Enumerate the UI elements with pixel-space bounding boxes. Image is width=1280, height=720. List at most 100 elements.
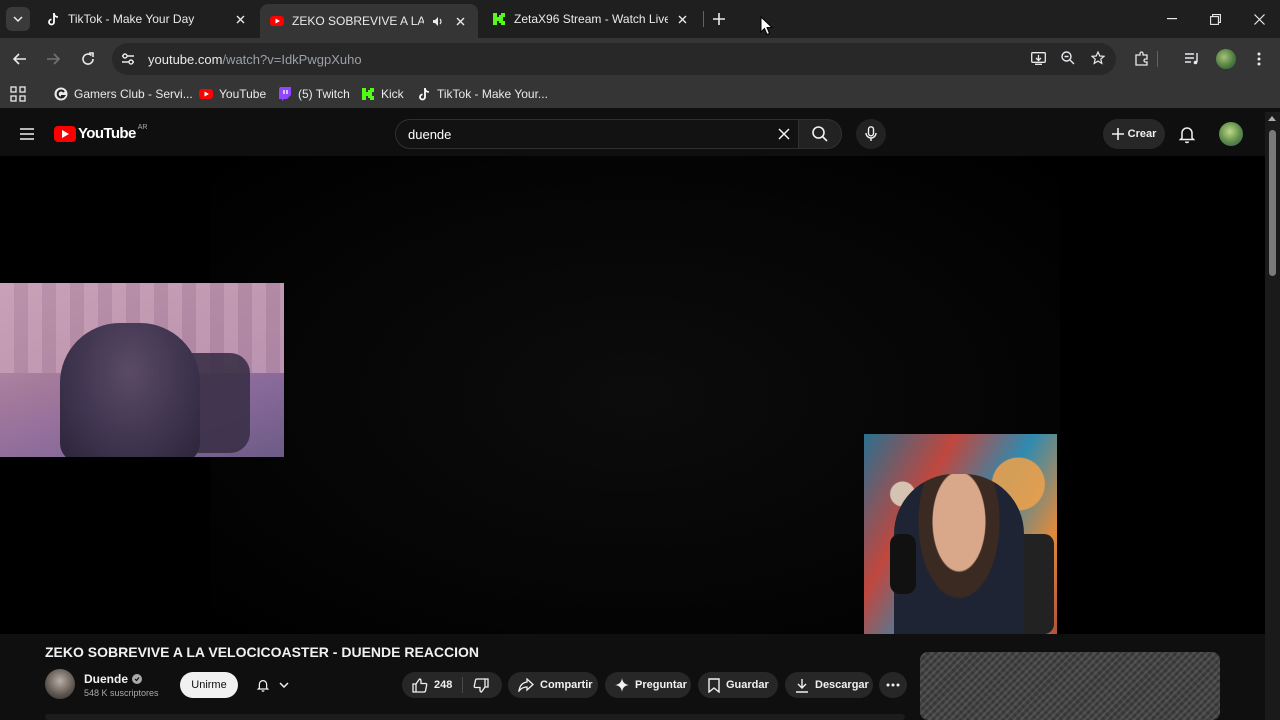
site-info-button[interactable] <box>114 45 142 73</box>
channel-name-row[interactable]: Duende <box>84 672 143 686</box>
like-dislike-group: 248 <box>402 672 502 698</box>
queue-music-icon <box>1185 53 1198 65</box>
install-icon <box>1030 51 1046 65</box>
chevron-down-icon <box>279 682 289 688</box>
bookmark-tiktok[interactable]: TikTok - Make Your... <box>417 84 548 104</box>
download-label: Descargar <box>815 679 869 691</box>
search-query: duende <box>408 126 452 142</box>
scroll-up-arrow-icon[interactable] <box>1268 116 1276 121</box>
more-actions-button[interactable] <box>879 672 907 698</box>
create-button[interactable]: Crear <box>1103 119 1165 149</box>
video-player[interactable] <box>0 156 1265 634</box>
guide-menu-button[interactable] <box>16 123 38 145</box>
bookmark-kick[interactable]: Kick <box>361 84 404 104</box>
tiktok-icon <box>417 87 431 101</box>
thumbs-down-icon <box>473 677 490 693</box>
ask-button[interactable]: Preguntar <box>605 672 691 698</box>
voice-search-button[interactable] <box>856 119 886 149</box>
plus-icon <box>1111 128 1124 140</box>
like-count: 248 <box>434 679 453 691</box>
restore-button[interactable] <box>1203 8 1227 30</box>
account-avatar[interactable] <box>1219 122 1243 146</box>
browser-menu-button[interactable] <box>1247 47 1271 71</box>
bookmark-gamers-club[interactable]: Gamers Club - Servi... <box>54 84 193 104</box>
bookmark-twitch[interactable]: (5) Twitch <box>278 84 350 104</box>
extensions-button[interactable] <box>1130 47 1154 71</box>
scrollbar-thumb[interactable] <box>1269 130 1276 276</box>
url-text: youtube.com/watch?v=IdkPwgpXuho <box>148 51 362 67</box>
tab-youtube-active[interactable]: ZEKO SOBREVIVE A LA VELOCI <box>260 4 478 38</box>
profile-avatar <box>1216 49 1236 69</box>
tab-tiktok[interactable]: TikTok - Make Your Day <box>36 4 258 34</box>
zoom-icon <box>1061 51 1075 65</box>
zoom-button[interactable] <box>1058 48 1078 68</box>
channel-name: Duende <box>84 672 129 686</box>
subscriber-count: 548 K suscriptores <box>84 688 159 698</box>
bookmark-icon <box>708 677 720 693</box>
bookmarks-bar: Gamers Club - Servi... YouTube (5) Twitc… <box>0 80 1280 108</box>
download-button[interactable]: Descargar <box>785 672 873 698</box>
channel-avatar[interactable] <box>45 669 75 699</box>
minimize-button[interactable] <box>1160 8 1184 30</box>
tab-search-button[interactable] <box>6 7 30 31</box>
address-bar[interactable]: youtube.com/watch?v=IdkPwgpXuho <box>112 43 1116 75</box>
install-app-button[interactable] <box>1028 48 1048 68</box>
subscription-bell-button[interactable] <box>246 672 298 698</box>
media-controls-button[interactable] <box>1180 47 1204 71</box>
new-tab-button[interactable] <box>709 9 729 29</box>
bell-icon <box>1178 127 1196 144</box>
forward-button[interactable] <box>41 47 65 71</box>
speaker-icon[interactable] <box>430 13 446 29</box>
like-button[interactable]: 248 <box>402 672 462 698</box>
more-horizontal-icon <box>886 683 900 687</box>
save-button[interactable]: Guardar <box>698 672 778 698</box>
video-info: ZEKO SOBREVIVE A LA VELOCICOASTER - DUEN… <box>0 634 1265 720</box>
tab-kick[interactable]: ZetaX96 Stream - Watch Live on <box>482 4 700 34</box>
close-tab-icon[interactable] <box>452 13 468 29</box>
gamers-club-icon <box>54 87 68 101</box>
page-scrollbar[interactable] <box>1265 112 1280 720</box>
video-title: ZEKO SOBREVIVE A LA VELOCICOASTER - DUEN… <box>45 644 480 660</box>
puzzle-icon <box>1135 51 1148 66</box>
bookmark-youtube[interactable]: YouTube <box>199 84 266 104</box>
logo-text: YouTube <box>78 125 136 142</box>
join-button[interactable]: Unirme <box>180 672 238 698</box>
restore-icon <box>1209 13 1221 25</box>
download-icon <box>796 678 808 693</box>
search-icon <box>812 126 828 142</box>
dislike-button[interactable] <box>463 672 499 698</box>
tab-strip: TikTok - Make Your Day ZEKO SOBREVIVE A … <box>0 0 1280 38</box>
star-icon <box>1091 51 1105 65</box>
tab-title: ZEKO SOBREVIVE A LA VELOCI <box>292 14 424 28</box>
plus-icon <box>713 13 725 25</box>
youtube-icon <box>270 14 284 28</box>
share-button[interactable]: Compartir <box>508 672 598 698</box>
description-box-edge <box>45 714 905 720</box>
profile-button[interactable] <box>1214 47 1238 71</box>
related-video-thumbnail[interactable] <box>920 652 1220 720</box>
close-window-button[interactable] <box>1247 8 1271 30</box>
tiktok-icon <box>46 12 60 26</box>
search-input[interactable]: duende <box>395 119 798 149</box>
youtube-logo[interactable]: YouTube AR <box>54 124 147 142</box>
streamer-webcam-right <box>864 434 1057 634</box>
reload-icon <box>82 52 94 65</box>
close-tab-icon[interactable] <box>674 11 690 27</box>
arrow-right-icon <box>47 53 60 65</box>
ask-label: Preguntar <box>635 679 687 691</box>
notifications-button[interactable] <box>1176 123 1198 145</box>
close-tab-icon[interactable] <box>232 11 248 27</box>
tab-title: TikTok - Make Your Day <box>68 12 195 26</box>
apps-grid-icon[interactable] <box>10 86 26 102</box>
kebab-menu-icon <box>1257 52 1261 66</box>
bookmark-label: (5) Twitch <box>298 87 350 101</box>
clear-search-icon[interactable] <box>774 124 794 144</box>
search-button[interactable] <box>798 119 842 149</box>
reload-button[interactable] <box>76 47 100 71</box>
sparkle-icon <box>615 678 629 692</box>
bell-icon <box>256 680 270 692</box>
thumbs-up-icon <box>412 677 428 693</box>
tab-separator <box>703 11 704 27</box>
bookmark-star-button[interactable] <box>1088 48 1108 68</box>
back-button[interactable] <box>8 47 32 71</box>
